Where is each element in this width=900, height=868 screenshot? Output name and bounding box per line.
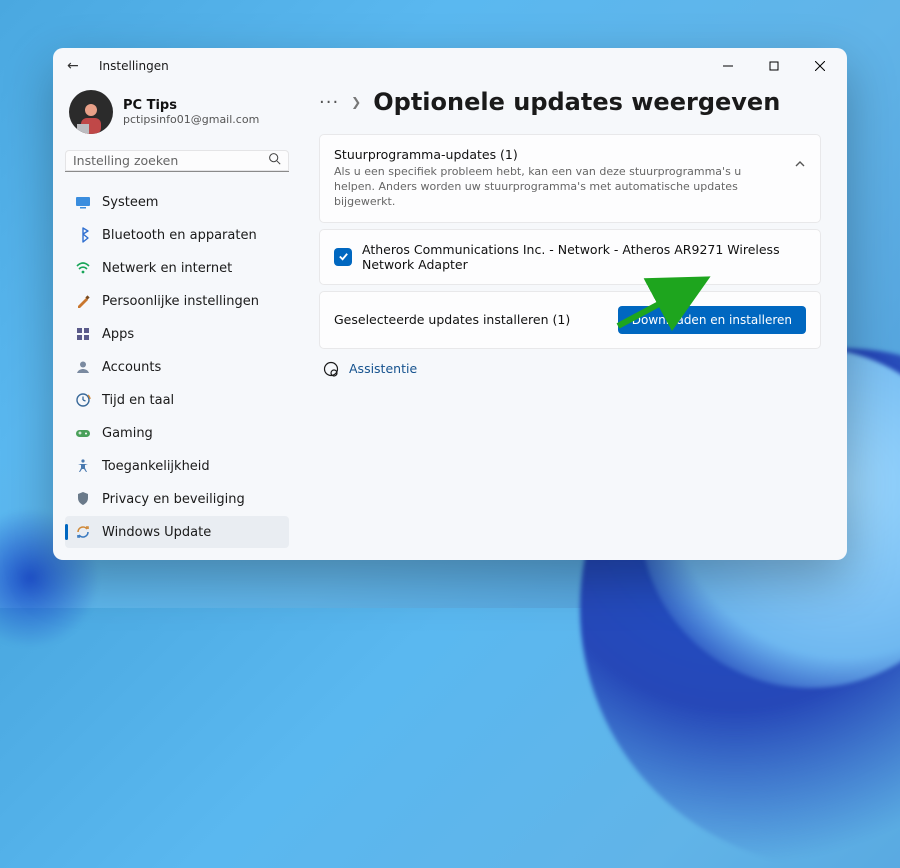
help-icon — [323, 361, 339, 377]
help-row[interactable]: Assistentie — [319, 361, 821, 377]
system-icon — [75, 194, 91, 210]
chevron-up-icon — [794, 147, 806, 174]
sidebar-item-network[interactable]: Netwerk en internet — [65, 252, 289, 284]
sidebar-item-label: Toegankelijkheid — [102, 459, 210, 474]
breadcrumb-more-button[interactable]: ··· — [319, 92, 339, 113]
sidebar-item-label: Accounts — [102, 360, 161, 375]
install-label: Geselecteerde updates installeren (1) — [334, 312, 570, 327]
personalize-icon — [75, 293, 91, 309]
sidebar-item-accessibility[interactable]: Toegankelijkheid — [65, 450, 289, 482]
expander-description: Als u een specifiek probleem hebt, kan e… — [334, 165, 784, 210]
sidebar-item-label: Persoonlijke instellingen — [102, 294, 259, 309]
privacy-icon — [75, 491, 91, 507]
sidebar-item-accounts[interactable]: Accounts — [65, 351, 289, 383]
update-icon — [75, 524, 91, 540]
driver-item[interactable]: Atheros Communications Inc. - Network - … — [319, 229, 821, 285]
download-install-button[interactable]: Downloaden en installeren — [618, 306, 806, 334]
search-icon — [268, 152, 281, 169]
sidebar-item-bluetooth[interactable]: Bluetooth en apparaten — [65, 219, 289, 251]
bluetooth-icon — [75, 227, 91, 243]
help-link[interactable]: Assistentie — [349, 361, 417, 376]
expander-title: Stuurprogramma-updates (1) — [334, 147, 784, 162]
minimize-button[interactable] — [705, 48, 751, 84]
search-box[interactable] — [65, 150, 289, 172]
sidebar-item-personalize[interactable]: Persoonlijke instellingen — [65, 285, 289, 317]
sidebar: PC Tips pctipsinfo01@gmail.com Systeem Bl… — [53, 84, 301, 560]
back-button[interactable]: ← — [67, 58, 95, 74]
avatar — [69, 90, 113, 134]
driver-checkbox[interactable] — [334, 248, 352, 266]
titlebar: ← Instellingen — [53, 48, 847, 84]
sidebar-item-label: Bluetooth en apparaten — [102, 228, 257, 243]
sidebar-item-label: Netwerk en internet — [102, 261, 232, 276]
settings-window: ← Instellingen PC Tips pctipsinfo01@gmai… — [53, 48, 847, 560]
driver-updates-expander[interactable]: Stuurprogramma-updates (1) Als u een spe… — [319, 134, 821, 223]
install-row: Geselecteerde updates installeren (1) Do… — [319, 291, 821, 349]
nav-list: Systeem Bluetooth en apparaten Netwerk en … — [65, 186, 289, 548]
sidebar-item-time[interactable]: Tijd en taal — [65, 384, 289, 416]
sidebar-item-update[interactable]: Windows Update — [65, 516, 289, 548]
apps-icon — [75, 326, 91, 342]
accessibility-icon — [75, 458, 91, 474]
main-content: ··· ❯ Optionele updates weergeven Stuurp… — [301, 84, 847, 560]
sidebar-item-privacy[interactable]: Privacy en beveiliging — [65, 483, 289, 515]
sidebar-item-label: Tijd en taal — [102, 393, 174, 408]
sidebar-item-label: Windows Update — [102, 525, 211, 540]
breadcrumb: ··· ❯ Optionele updates weergeven — [319, 88, 821, 116]
chevron-right-icon: ❯ — [351, 95, 361, 109]
window-title: Instellingen — [99, 59, 169, 73]
accounts-icon — [75, 359, 91, 375]
sidebar-item-gaming[interactable]: Gaming — [65, 417, 289, 449]
page-title: Optionele updates weergeven — [373, 88, 780, 116]
sidebar-item-apps[interactable]: Apps — [65, 318, 289, 350]
account-email: pctipsinfo01@gmail.com — [123, 113, 259, 126]
network-icon — [75, 260, 91, 276]
driver-name: Atheros Communications Inc. - Network - … — [362, 242, 806, 272]
sidebar-item-system[interactable]: Systeem — [65, 186, 289, 218]
gaming-icon — [75, 425, 91, 441]
account-block[interactable]: PC Tips pctipsinfo01@gmail.com — [65, 84, 289, 150]
sidebar-item-label: Privacy en beveiliging — [102, 492, 245, 507]
search-input[interactable] — [73, 153, 268, 168]
close-button[interactable] — [797, 48, 843, 84]
sidebar-item-label: Systeem — [102, 195, 158, 210]
sidebar-item-label: Gaming — [102, 426, 153, 441]
account-name: PC Tips — [123, 98, 259, 113]
maximize-button[interactable] — [751, 48, 797, 84]
sidebar-item-label: Apps — [102, 327, 134, 342]
time-icon — [75, 392, 91, 408]
